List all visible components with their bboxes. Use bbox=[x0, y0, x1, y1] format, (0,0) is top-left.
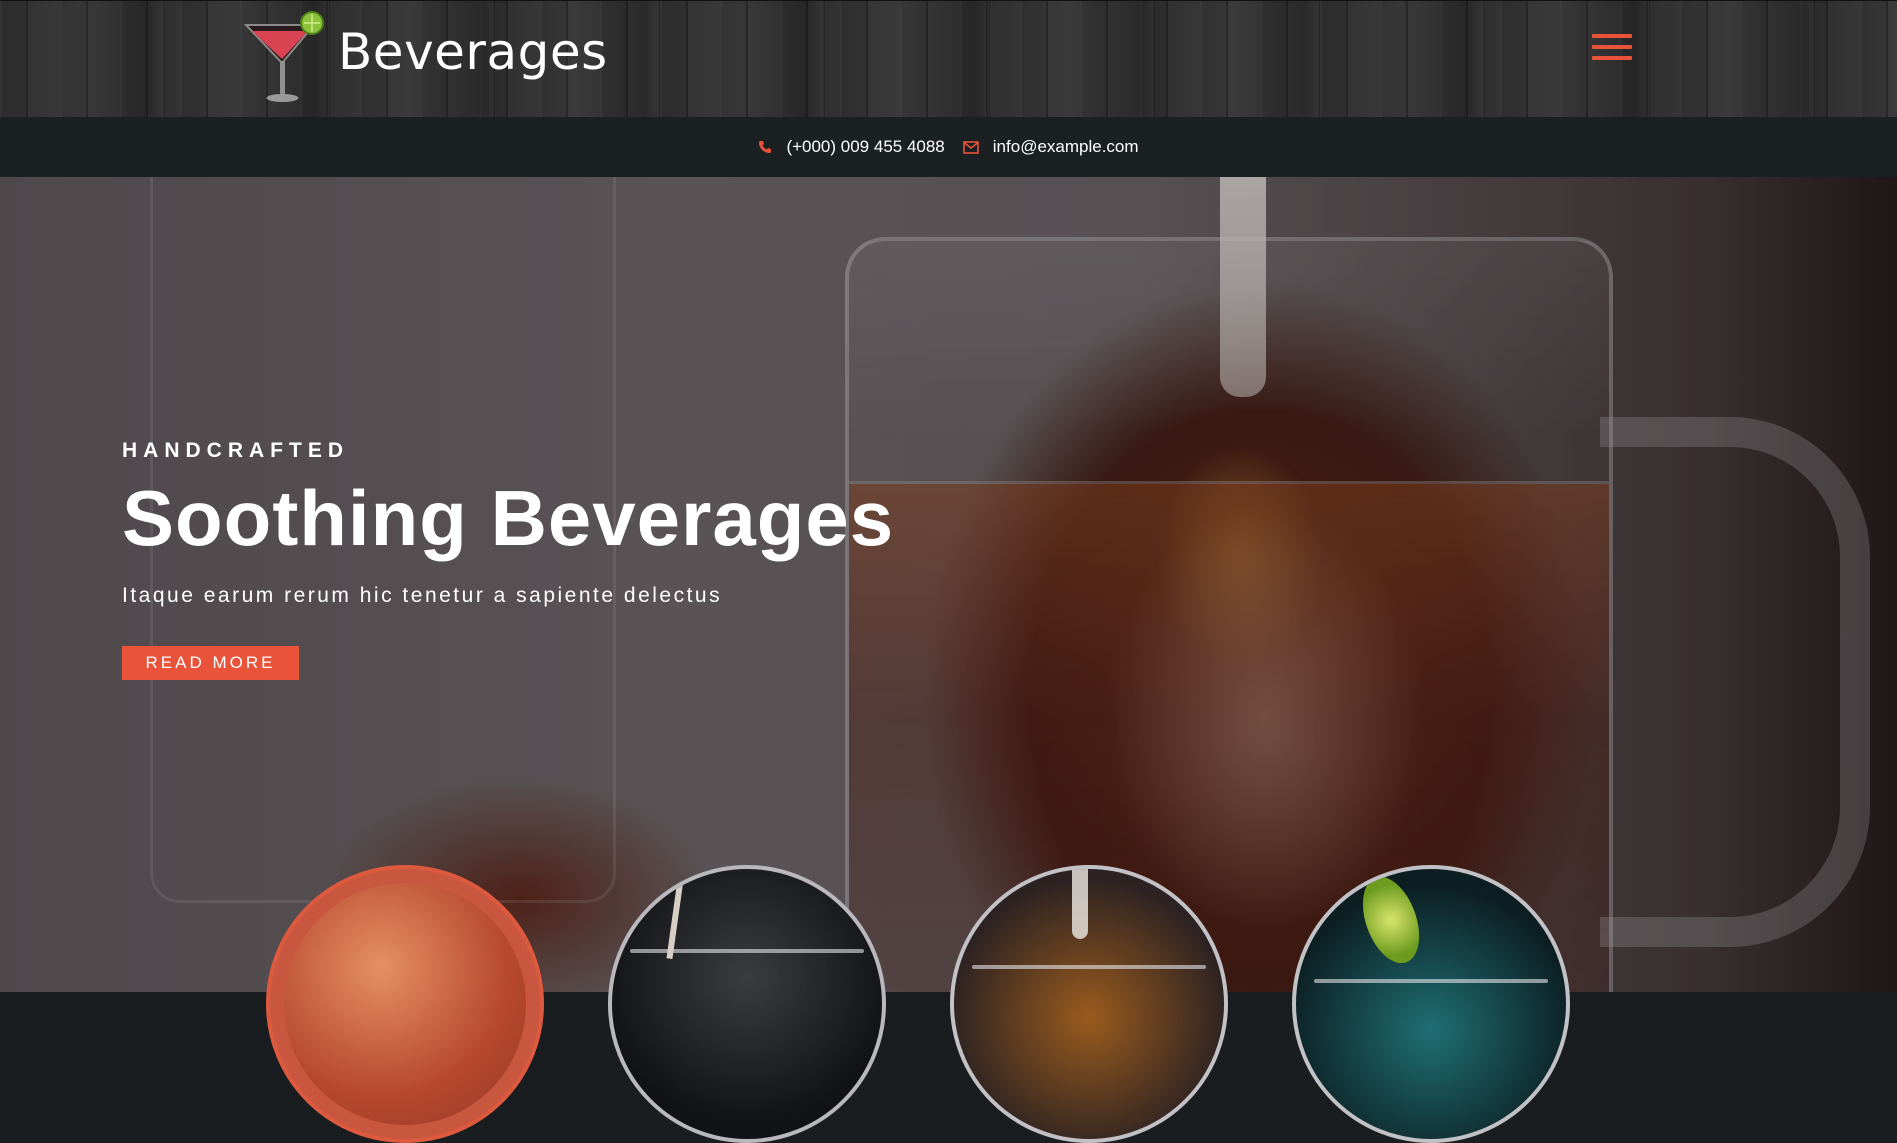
hero-content: HANDCRAFTED Soothing Beverages Itaque ea… bbox=[122, 439, 894, 608]
email-address: info@example.com bbox=[992, 137, 1139, 156]
hero-section: HANDCRAFTED Soothing Beverages Itaque ea… bbox=[0, 177, 1897, 992]
drink-thumbnail-1[interactable] bbox=[266, 865, 544, 1143]
brand-logo[interactable]: Beverages bbox=[244, 11, 608, 109]
contact-phone[interactable]: (+000) 009 455 4088 bbox=[758, 137, 945, 157]
contact-email[interactable]: info@example.com bbox=[962, 137, 1139, 157]
drink-thumbnail-3[interactable] bbox=[950, 865, 1228, 1143]
drink-thumbnail-2[interactable] bbox=[608, 865, 886, 1143]
cocktail-glass-icon bbox=[244, 11, 324, 102]
contact-bar: (+000) 009 455 4088 info@example.com bbox=[0, 117, 1897, 177]
phone-number: (+000) 009 455 4088 bbox=[786, 137, 945, 156]
drink-thumbnail-4[interactable] bbox=[1292, 865, 1570, 1143]
hero-title: Soothing Beverages bbox=[122, 474, 895, 562]
read-more-button[interactable]: READ MORE bbox=[122, 646, 299, 680]
hero-kicker: HANDCRAFTED bbox=[122, 439, 349, 462]
brand-name: Beverages bbox=[338, 23, 608, 81]
hamburger-menu-icon[interactable] bbox=[1592, 34, 1632, 64]
hero-subtitle: Itaque earum rerum hic tenetur a sapient… bbox=[122, 584, 723, 607]
envelope-icon bbox=[962, 140, 979, 154]
phone-icon bbox=[759, 141, 772, 153]
site-header: Beverages bbox=[0, 0, 1897, 118]
